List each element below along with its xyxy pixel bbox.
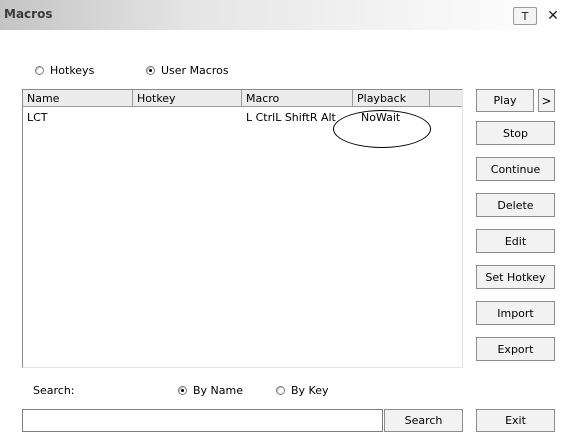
column-header-filler xyxy=(430,90,462,107)
user-macros-radio-label: User Macros xyxy=(161,64,229,77)
radio-button-icon xyxy=(35,66,44,75)
hotkeys-radio[interactable]: Hotkeys xyxy=(35,64,94,77)
column-header-name[interactable]: Name xyxy=(23,90,133,107)
close-button[interactable]: ✕ xyxy=(543,7,563,25)
radio-button-selected-icon xyxy=(146,66,155,75)
row-name-cell: LCT xyxy=(27,111,48,124)
radio-button-selected-icon xyxy=(178,386,187,395)
row-macro-cell: L CtrlL ShiftR Alt xyxy=(246,111,336,124)
pin-button[interactable]: T xyxy=(513,7,537,25)
close-icon: ✕ xyxy=(547,8,559,24)
search-label: Search: xyxy=(33,384,75,397)
play-button[interactable]: Play xyxy=(476,89,534,112)
import-button[interactable]: Import xyxy=(476,301,555,325)
by-key-radio[interactable]: By Key xyxy=(276,384,329,397)
search-button[interactable]: Search xyxy=(384,409,463,432)
column-header-macro[interactable]: Macro xyxy=(242,90,353,107)
list-header: Name Hotkey Macro Playback xyxy=(23,90,462,107)
column-header-playback[interactable]: Playback xyxy=(353,90,430,107)
by-name-radio[interactable]: By Name xyxy=(178,384,243,397)
user-macros-radio[interactable]: User Macros xyxy=(146,64,229,77)
expand-button[interactable]: > xyxy=(538,89,555,112)
pin-icon: T xyxy=(521,9,529,23)
by-name-radio-label: By Name xyxy=(193,384,244,397)
set-hotkey-button[interactable]: Set Hotkey xyxy=(476,265,555,289)
row-playback-cell: NoWait xyxy=(361,111,401,124)
radio-button-icon xyxy=(276,386,285,395)
hotkeys-radio-label: Hotkeys xyxy=(50,64,95,77)
table-row[interactable]: LCT L CtrlL ShiftR Alt NoWait xyxy=(23,109,462,125)
stop-button[interactable]: Stop xyxy=(476,121,555,145)
search-input[interactable] xyxy=(22,409,383,432)
title-bar: Macros T ✕ xyxy=(0,0,565,30)
by-key-radio-label: By Key xyxy=(291,384,329,397)
macro-list[interactable]: Name Hotkey Macro Playback LCT L CtrlL S… xyxy=(22,89,463,368)
exit-button[interactable]: Exit xyxy=(476,409,555,432)
column-header-hotkey[interactable]: Hotkey xyxy=(133,90,242,107)
continue-button[interactable]: Continue xyxy=(476,157,555,181)
export-button[interactable]: Export xyxy=(476,337,555,361)
edit-button[interactable]: Edit xyxy=(476,229,555,253)
delete-button[interactable]: Delete xyxy=(476,193,555,217)
window-title: Macros xyxy=(4,7,53,21)
